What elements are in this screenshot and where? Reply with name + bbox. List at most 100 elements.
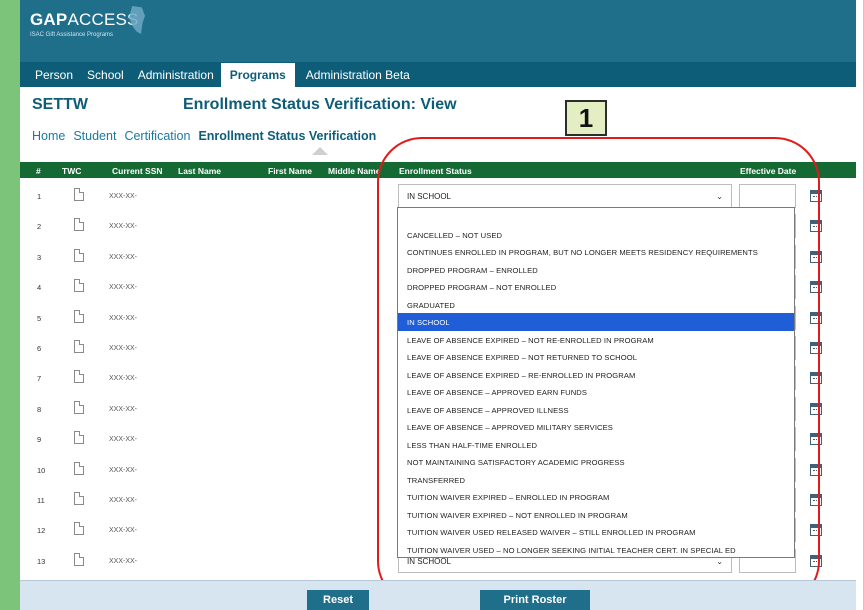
tab-administration[interactable]: Administration: [131, 68, 221, 87]
dropdown-option[interactable]: LEAVE OF ABSENCE – APPROVED EARN FUNDS: [398, 383, 794, 401]
main-nav-tabs: Person School Administration Programs Ad…: [20, 62, 856, 87]
calendar-icon[interactable]: [810, 190, 822, 202]
calendar-icon[interactable]: [810, 402, 822, 415]
breadcrumb-certification[interactable]: Certification: [124, 129, 190, 143]
left-accent-stripe: [0, 0, 20, 610]
breadcrumb-student[interactable]: Student: [73, 129, 116, 143]
table-header: # TWC Current SSN Last Name First Name M…: [20, 162, 856, 178]
row-number: 13: [37, 556, 46, 566]
row-ssn: XXX-XX-: [109, 527, 138, 535]
footer-bar: Reset Print Roster: [20, 580, 856, 610]
enrollment-status-select-row-1[interactable]: IN SCHOOL ⌄: [398, 184, 732, 208]
select-value: IN SCHOOL: [407, 192, 452, 201]
dropdown-option[interactable]: DROPPED PROGRAM – ENROLLED: [398, 261, 794, 279]
logo-light-text: ACCESS: [67, 10, 139, 29]
twc-document-icon[interactable]: [74, 340, 84, 353]
twc-document-icon[interactable]: [74, 218, 84, 232]
dropdown-option[interactable]: LEAVE OF ABSENCE EXPIRED – RE-ENROLLED I…: [398, 366, 794, 384]
row-number: 12: [37, 526, 46, 536]
row-ssn: XXX-XX-: [109, 466, 138, 474]
logo-bold-text: GAP: [30, 10, 68, 29]
print-roster-button[interactable]: Print Roster: [480, 590, 590, 610]
gapaccess-logo[interactable]: GAPACCESS ISAC Gift Assistance Programs: [30, 10, 139, 38]
dropdown-option[interactable]: TUITION WAIVER EXPIRED – NOT ENROLLED IN…: [398, 506, 794, 524]
row-number: 6: [37, 344, 42, 353]
row-number: 10: [37, 465, 46, 475]
row-number: 2: [37, 222, 42, 232]
col-header-number: #: [36, 166, 41, 176]
school-code: SETTW: [32, 96, 88, 113]
tab-programs[interactable]: Programs: [220, 63, 295, 87]
twc-document-icon[interactable]: [74, 370, 84, 384]
breadcrumb: Home Student Certification Enrollment St…: [32, 129, 376, 143]
row-number: 8: [37, 404, 42, 414]
calendar-icon[interactable]: [810, 372, 822, 385]
dropdown-option[interactable]: LEAVE OF ABSENCE – APPROVED MILITARY SER…: [398, 418, 794, 436]
reset-button[interactable]: Reset: [307, 590, 369, 610]
tab-administration-beta[interactable]: Administration Beta: [299, 68, 417, 87]
twc-document-icon[interactable]: [74, 522, 84, 536]
twc-document-icon[interactable]: [74, 431, 84, 445]
annotation-badge: 1: [565, 100, 607, 136]
dropdown-option[interactable]: LEAVE OF ABSENCE EXPIRED – NOT RE-ENROLL…: [398, 331, 794, 349]
calendar-icon[interactable]: [810, 463, 822, 476]
dropdown-option[interactable]: TRANSFERRED: [398, 471, 794, 489]
dropdown-option[interactable]: LEAVE OF ABSENCE EXPIRED – NOT RETURNED …: [398, 348, 794, 366]
dropdown-option[interactable]: TUITION WAIVER USED – NO LONGER SEEKING …: [398, 541, 794, 559]
breadcrumb-enrollment-status-verification[interactable]: Enrollment Status Verification: [198, 129, 376, 143]
row-ssn: XXX-XX-: [109, 223, 138, 231]
page-title: Enrollment Status Verification: View: [183, 96, 457, 113]
col-header-last-name: Last Name: [178, 166, 221, 176]
dropdown-option[interactable]: TUITION WAIVER USED RELEASED WAIVER – ST…: [398, 523, 794, 541]
dropdown-option[interactable]: NOT MAINTAINING SATISFACTORY ACADEMIC PR…: [398, 453, 794, 471]
logo-subtitle: ISAC Gift Assistance Programs: [30, 32, 114, 38]
twc-document-icon[interactable]: [74, 188, 84, 201]
dropdown-option[interactable]: DROPPED PROGRAM – NOT ENROLLED: [398, 278, 794, 296]
calendar-icon[interactable]: [810, 494, 822, 506]
twc-document-icon[interactable]: [74, 492, 84, 505]
calendar-icon[interactable]: [810, 220, 822, 233]
row-number: 4: [37, 283, 42, 293]
tab-school[interactable]: School: [80, 68, 131, 87]
twc-document-icon[interactable]: [74, 309, 84, 323]
effective-date-input[interactable]: [739, 184, 796, 208]
calendar-icon[interactable]: [810, 250, 822, 263]
row-ssn: XXX-XX-: [109, 345, 138, 352]
calendar-icon[interactable]: [810, 524, 822, 537]
twc-document-icon[interactable]: [74, 279, 84, 293]
dropdown-option[interactable]: CONTINUES ENROLLED IN PROGRAM, BUT NO LO…: [398, 243, 794, 261]
dropdown-option[interactable]: [398, 208, 794, 226]
enrollment-status-dropdown-list[interactable]: CANCELLED – NOT USED CONTINUES ENROLLED I…: [397, 207, 795, 558]
twc-document-icon[interactable]: [74, 400, 84, 414]
twc-document-icon[interactable]: [74, 552, 84, 566]
calendar-icon[interactable]: [810, 433, 822, 446]
twc-document-icon[interactable]: [74, 248, 84, 262]
row-ssn: XXX-XX-: [109, 253, 138, 261]
col-header-effective-date: Effective Date: [740, 166, 797, 176]
tab-person[interactable]: Person: [28, 68, 80, 87]
row-number: 11: [37, 496, 45, 505]
dropdown-option[interactable]: IN SCHOOL: [398, 313, 794, 331]
row-ssn: XXX-XX-: [109, 284, 138, 292]
col-header-twc: TWC: [62, 166, 82, 176]
dropdown-option[interactable]: TUITION WAIVER EXPIRED – ENROLLED IN PRO…: [398, 488, 794, 506]
row-number: 7: [37, 374, 42, 384]
dropdown-option[interactable]: LEAVE OF ABSENCE – APPROVED ILLNESS: [398, 401, 794, 419]
calendar-icon[interactable]: [810, 554, 822, 567]
row-ssn: XXX-XX-: [109, 405, 138, 413]
dropdown-option[interactable]: GRADUATED: [398, 296, 794, 314]
select-value: IN SCHOOL: [407, 557, 452, 566]
row-ssn: XXX-XX-: [109, 375, 138, 383]
row-ssn: XXX-XX-: [109, 436, 138, 444]
calendar-icon[interactable]: [810, 281, 822, 294]
calendar-icon[interactable]: [810, 311, 822, 324]
twc-document-icon[interactable]: [74, 461, 84, 475]
row-number: 3: [37, 252, 42, 262]
dropdown-option[interactable]: LESS THAN HALF-TIME ENROLLED: [398, 436, 794, 454]
calendar-icon[interactable]: [810, 342, 822, 354]
row-ssn: XXX-XX-: [109, 314, 138, 322]
row-ssn: XXX-XX-: [109, 193, 138, 200]
row-number: 1: [37, 192, 42, 201]
breadcrumb-home[interactable]: Home: [32, 129, 65, 143]
dropdown-option[interactable]: CANCELLED – NOT USED: [398, 226, 794, 244]
